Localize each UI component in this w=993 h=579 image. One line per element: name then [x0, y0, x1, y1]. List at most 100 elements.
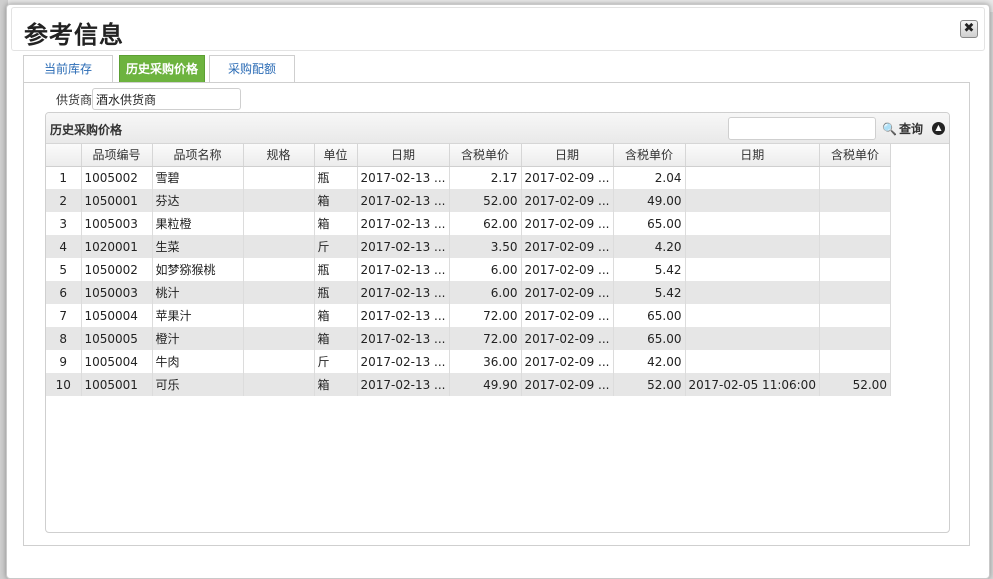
table-cell: 2017-02-13 ...: [357, 281, 450, 304]
table-row[interactable]: 3 1005003 果粒橙 箱 2017-02-13 ... 62.00 2017-02-0…: [46, 212, 891, 235]
table-cell: 2017-02-09 ...: [521, 258, 614, 281]
table-cell: 苹果汁: [152, 304, 244, 327]
table-cell: [243, 281, 315, 304]
table-cell: 箱: [314, 212, 358, 235]
table-row[interactable]: 7 1050004 苹果汁 箱 2017-02-13 ... 72.00 2017-02-0…: [46, 304, 891, 327]
table-cell: 2017-02-09 ...: [521, 304, 614, 327]
table-cell: [685, 166, 820, 189]
table-cell: [819, 189, 891, 212]
table-cell: 牛肉: [152, 350, 244, 373]
dialog-titlebar: 参考信息 ✖: [11, 7, 985, 51]
table-cell: [685, 327, 820, 350]
table-row[interactable]: 1 1005002 雪碧 瓶 2017-02-13 ... 2.17 2017-02-09 …: [46, 166, 891, 189]
column-header[interactable]: 规格: [243, 144, 315, 167]
table-cell: 箱: [314, 304, 358, 327]
table-cell: 72.00: [449, 327, 522, 350]
table-cell: 生菜: [152, 235, 244, 258]
table-cell: [243, 258, 315, 281]
table-cell: 36.00: [449, 350, 522, 373]
table-cell: 1050002: [81, 258, 153, 281]
tab-panel-purchase-price-history: 供货商 历史采购价格 🔍查询 ▲ 品项编号品项名称规格单位日期含税单价日期含税单…: [23, 82, 970, 546]
tab-purchase-quota[interactable]: 采购配额: [209, 55, 295, 83]
column-header[interactable]: 品项名称: [152, 144, 244, 167]
chevron-up-icon[interactable]: ▲: [932, 122, 945, 135]
table-cell: 2017-02-13 ...: [357, 327, 450, 350]
column-header[interactable]: 日期: [521, 144, 614, 167]
grid-title: 历史采购价格: [50, 123, 123, 137]
table-cell: [685, 350, 820, 373]
table-row[interactable]: 6 1050003 桃汁 瓶 2017-02-13 ... 6.00 2017-02-09 …: [46, 281, 891, 304]
magnifier-icon: 🔍: [882, 122, 897, 136]
search-button-label: 查询: [898, 122, 923, 136]
table-cell: 1050003: [81, 281, 153, 304]
table-cell: 72.00: [449, 304, 522, 327]
table-cell: 3.50: [449, 235, 522, 258]
table-cell: 1050001: [81, 189, 153, 212]
table-cell: 2017-02-09 ...: [521, 212, 614, 235]
table-cell: 桃汁: [152, 281, 244, 304]
table-cell: 斤: [314, 235, 358, 258]
table-cell: 2017-02-09 ...: [521, 350, 614, 373]
reference-info-dialog: 参考信息 ✖ 当前库存 历史采购价格 采购配额 供货商 历史采购价格 🔍查询 ▲…: [6, 4, 990, 579]
table-cell: 雪碧: [152, 166, 244, 189]
table-cell: [685, 304, 820, 327]
table-cell: 49.90: [449, 373, 522, 396]
table-row[interactable]: 10 1005001 可乐箱 2017-02-13 ... 49.90 2017-02-0…: [46, 373, 891, 396]
grid-search-input[interactable]: [728, 117, 876, 140]
tab-purchase-price-history[interactable]: 历史采购价格: [119, 55, 205, 83]
column-header: [46, 144, 82, 167]
table-cell: [243, 212, 315, 235]
table-cell: 65.00: [613, 327, 686, 350]
column-header[interactable]: 含税单价: [819, 144, 891, 167]
table-row[interactable]: 5 1050002 如梦猕猴桃 瓶 2017-02-13 ... 6.00 2017-02-…: [46, 258, 891, 281]
table-cell: 果粒橙: [152, 212, 244, 235]
column-header[interactable]: 单位: [314, 144, 358, 167]
row-number: 3: [46, 212, 82, 235]
table-cell: 2017-02-09 ...: [521, 281, 614, 304]
table-row[interactable]: 8 1050005 橙汁 箱 2017-02-13 ... 72.00 2017-02-09…: [46, 327, 891, 350]
column-header[interactable]: 品项编号: [81, 144, 153, 167]
table-cell: [243, 235, 315, 258]
table-row[interactable]: 2 1050001 芬达 箱 2017-02-13 ... 52.00 2017-02-09…: [46, 189, 891, 212]
column-header[interactable]: 日期: [685, 144, 820, 167]
table-cell: 2017-02-13 ...: [357, 258, 450, 281]
supplier-input[interactable]: [92, 88, 241, 110]
table-cell: 1050005: [81, 327, 153, 350]
table-cell: [243, 373, 315, 396]
table-cell: [819, 235, 891, 258]
supplier-label: 供货商: [56, 93, 93, 107]
row-number: 4: [46, 235, 82, 258]
table-cell: [685, 235, 820, 258]
table-cell: 2017-02-05 11:06:00: [685, 373, 820, 396]
row-number: 2: [46, 189, 82, 212]
tab-current-stock[interactable]: 当前库存: [23, 55, 113, 83]
table-cell: 2017-02-13 ...: [357, 166, 450, 189]
column-header[interactable]: 日期: [357, 144, 450, 167]
table-cell: 49.00: [613, 189, 686, 212]
table-cell: [819, 166, 891, 189]
price-history-grid: 历史采购价格 🔍 查询 ▲ 品项编号 品项名称 规格 单位 日期 含税单价 日期 含税单价 日期含…: [45, 112, 950, 533]
table-cell: [685, 189, 820, 212]
close-icon[interactable]: ✖: [960, 20, 978, 38]
column-header[interactable]: 含税单价: [449, 144, 522, 167]
table-cell: 2.17: [449, 166, 522, 189]
row-number: 8: [46, 327, 82, 350]
table-cell: 可乐: [152, 373, 244, 396]
table-cell: 2017-02-09 ...: [521, 327, 614, 350]
table-cell: 2017-02-09 ...: [521, 166, 614, 189]
table-cell: [243, 304, 315, 327]
table-cell: 2017-02-13 ...: [357, 212, 450, 235]
table-cell: 1005001: [81, 373, 153, 396]
search-button[interactable]: 🔍 查询: [882, 120, 923, 137]
table-cell: 52.00: [613, 373, 686, 396]
column-header[interactable]: 含税单价: [613, 144, 686, 167]
table-cell: [819, 304, 891, 327]
price-history-table: 品项编号 品项名称 规格 单位 日期 含税单价 日期 含税单价 日期 含税单价 1 1005002 雪…: [46, 144, 891, 396]
table-cell: [685, 258, 820, 281]
row-number: 6: [46, 281, 82, 304]
table-row[interactable]: 9 1005004 牛肉 斤 2017-02-13 ... 36.00 2017-02-09…: [46, 350, 891, 373]
table-cell: 6.00: [449, 258, 522, 281]
table-cell: [819, 212, 891, 235]
table-row[interactable]: 4 1020001 生菜 斤 2017-02-13 ... 3.50 2017-02-09 …: [46, 235, 891, 258]
table-cell: 橙汁: [152, 327, 244, 350]
